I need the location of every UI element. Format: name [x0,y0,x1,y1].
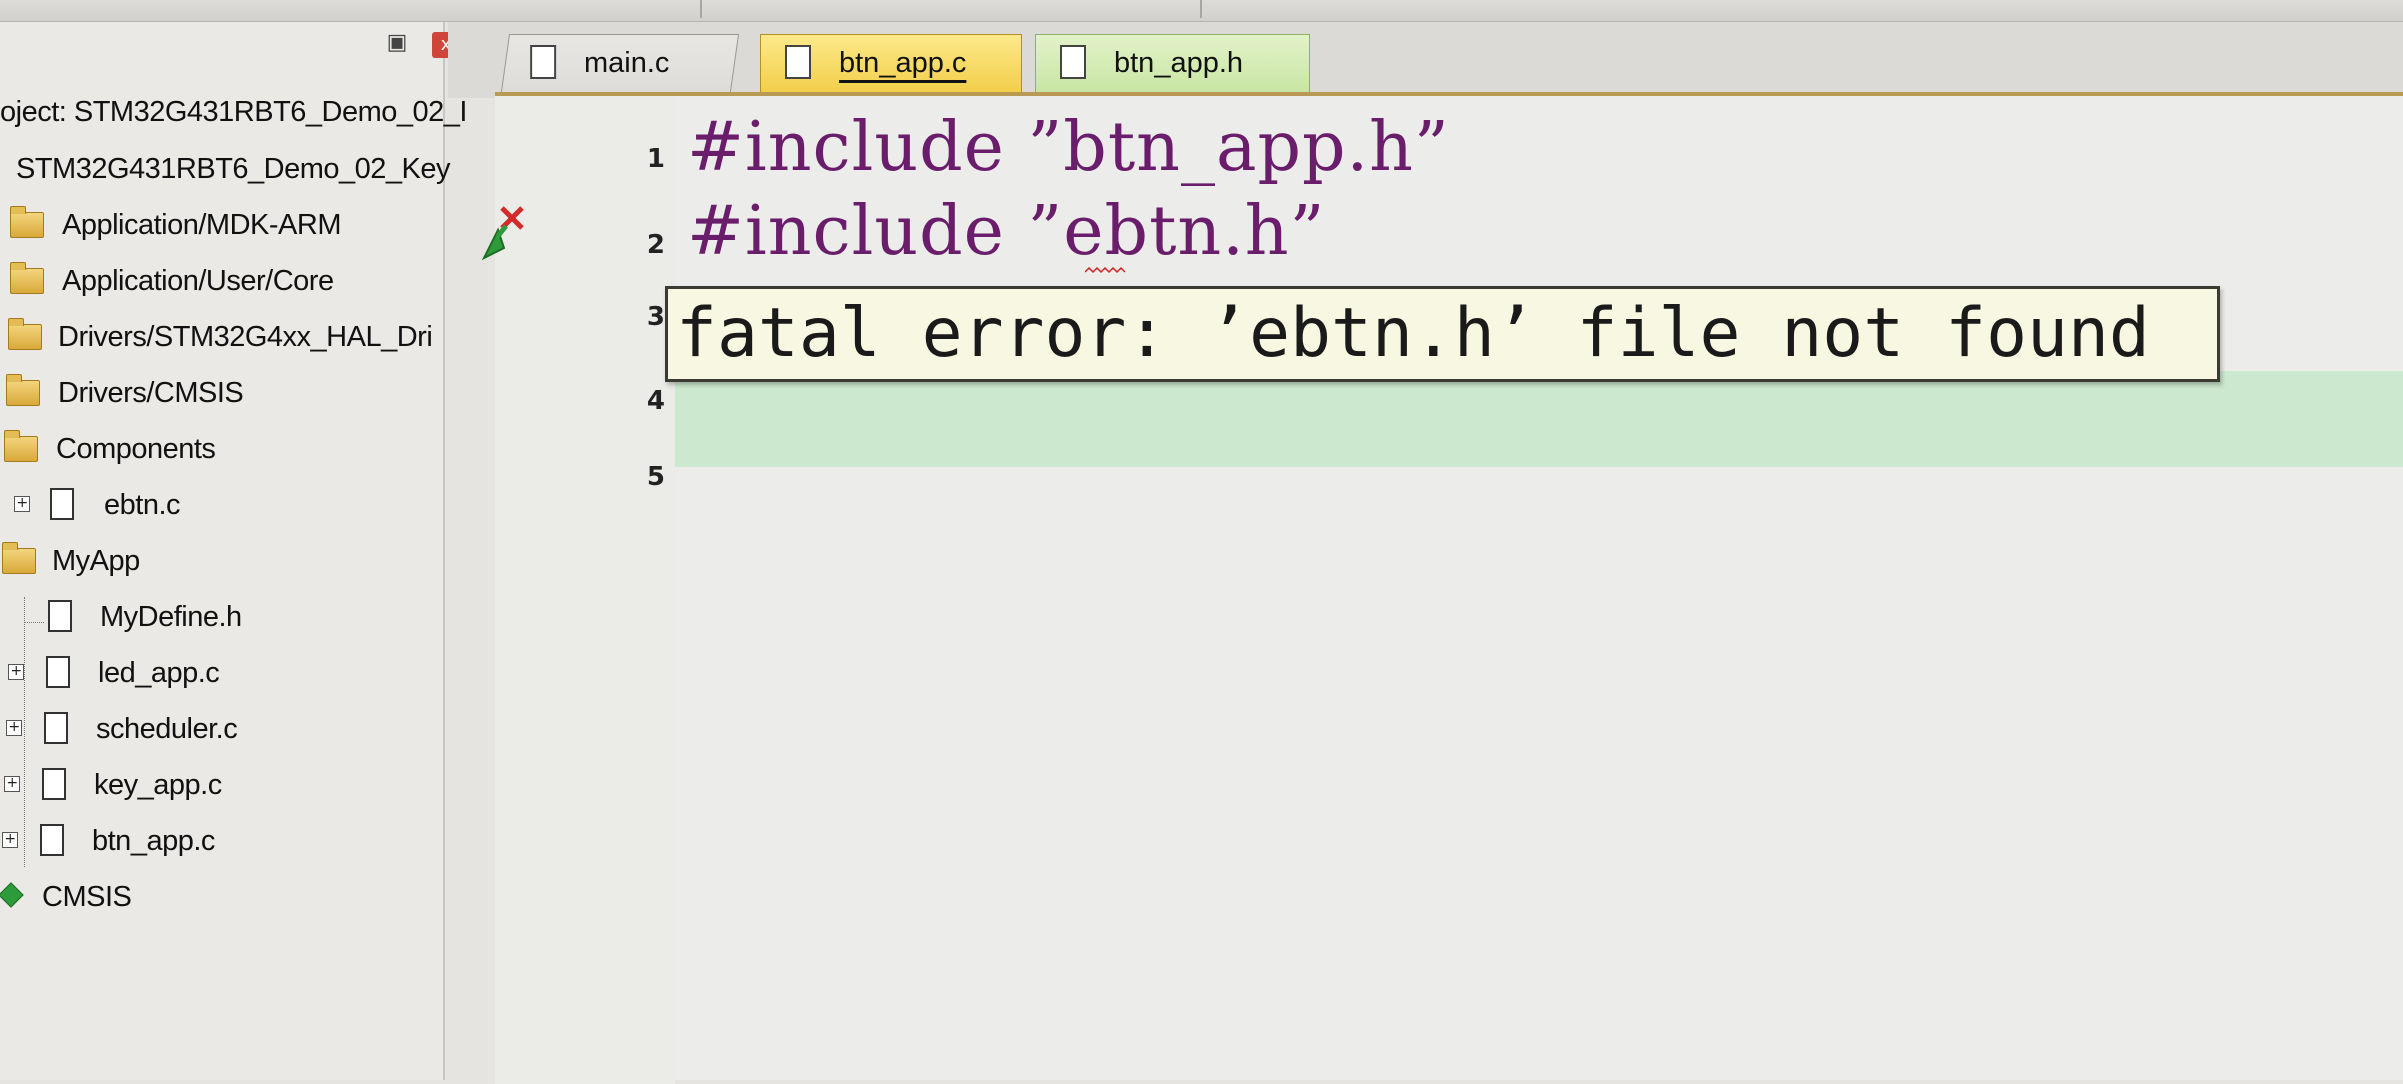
tree-item-label: btn_app.c [92,825,215,857]
tree-item-label: CMSIS [42,881,132,913]
line-number: 4 [646,386,665,416]
expand-plus-icon[interactable]: + [14,496,30,512]
expand-plus-icon[interactable]: + [4,776,20,792]
tree-item-label: scheduler.c [96,713,238,745]
tree-item-label: ebtn.c [104,489,181,521]
tree-item-label: Application/MDK-ARM [62,209,341,241]
tree-item-label: key_app.c [94,769,222,801]
tab-label: main.c [584,47,670,79]
current-line-highlight [675,371,2403,467]
error-squiggle [1085,266,1125,274]
expand-plus-icon[interactable]: + [2,832,18,848]
expand-plus-icon[interactable]: + [6,720,22,736]
file-icon [40,824,64,856]
tree-item-label: led_app.c [98,657,220,689]
tree-connector [24,597,25,867]
tree-item-label: MyApp [52,545,140,577]
file-icon [48,600,72,632]
file-icon [46,656,70,688]
error-marker-icon[interactable] [478,196,538,266]
code-line[interactable]: #include ”ebtn.h” [687,192,1325,271]
line-number: 1 [646,144,665,174]
tab-main-c[interactable]: main.c [500,34,740,92]
tree-item-label: STM32G431RBT6_Demo_02_Key [16,153,451,185]
line-number: 2 [646,230,665,260]
project-pane-header: ▣ x [0,22,460,72]
tree-item-label: oject: STM32G431RBT6_Demo_02_I [0,96,467,128]
file-icon [44,712,68,744]
folder-open-icon [2,542,36,574]
line-number: 5 [646,462,665,492]
pin-icon[interactable]: ▣ [384,30,410,56]
code-editor[interactable]: 1 2 3 4 5 #include ”btn_app.h” #include … [495,92,2403,1084]
file-icon [1060,45,1086,79]
tree-connector [24,622,44,623]
toolbar-divider [1200,0,1202,18]
folder-icon [10,262,44,294]
window-top-strip [0,0,2403,22]
file-icon [530,45,557,79]
tab-btn-app-h[interactable]: btn_app.h [1035,34,1310,92]
tab-btn-app-c[interactable]: btn_app.c [760,34,1022,92]
tree-item-label: Drivers/STM32G4xx_HAL_Dri [58,321,433,353]
tree-item-label: Drivers/CMSIS [58,377,244,409]
code-line[interactable]: #include ”btn_app.h” [687,108,1450,187]
line-number: 3 [646,302,665,332]
tree-item-label: MyDefine.h [100,601,242,633]
file-icon [42,768,66,800]
toolbar-divider [700,0,702,18]
folder-icon [6,374,40,406]
folder-open-icon [4,430,38,462]
editor-tab-bar [448,22,2403,98]
tab-label: btn_app.c [839,47,967,79]
tree-item-label: Components [56,433,216,465]
file-icon [50,488,74,520]
file-icon [785,45,811,79]
project-pane: ▣ x oject: STM32G431RBT6_Demo_02_I STM32… [0,22,467,1080]
folder-icon [8,318,42,350]
component-diamond-icon [0,882,24,908]
tree-item-label: Application/User/Core [62,265,334,297]
expand-plus-icon[interactable]: + [8,664,24,680]
folder-icon [10,206,44,238]
tab-label: btn_app.h [1114,47,1244,79]
error-tooltip: fatal error: ’ebtn.h’ file not found [665,286,2220,382]
